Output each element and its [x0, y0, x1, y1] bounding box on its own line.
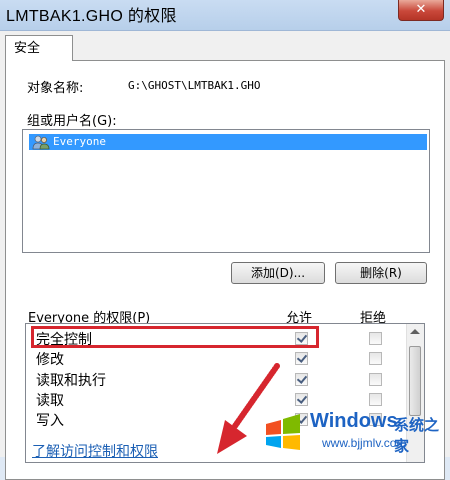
help-link[interactable]: 了解访问控制和权限 [32, 441, 158, 461]
deny-checkbox[interactable] [369, 332, 382, 345]
permission-name: 写入 [36, 413, 64, 429]
windows-logo-icon [266, 414, 300, 450]
close-icon: ✕ [415, 2, 427, 17]
permission-name: 读取和执行 [36, 373, 106, 389]
allow-checkbox[interactable] [295, 373, 308, 386]
users-list-label: 组或用户名(G): [27, 114, 117, 129]
highlight-box [31, 326, 319, 348]
permission-name: 读取 [36, 393, 64, 409]
watermark-brand: Windows [310, 410, 398, 432]
user-name: Everyone [53, 135, 106, 148]
users-icon [32, 135, 50, 150]
watermark-url: www.bjjmlv.com [322, 436, 407, 450]
allow-checkbox[interactable] [295, 352, 308, 365]
add-button[interactable]: 添加(D)... [231, 262, 325, 284]
tab-security[interactable]: 安全 [5, 35, 73, 61]
object-name-value: G:\GHOST\LMTBAK1.GHO [128, 79, 261, 92]
permission-name: 修改 [36, 352, 64, 368]
deny-checkbox[interactable] [369, 373, 382, 386]
watermark: Windows 系统之家 www.bjjmlv.com [262, 404, 450, 457]
object-name-label: 对象名称: [27, 81, 84, 96]
title-bar[interactable]: LMTBAK1.GHO 的权限 ✕ [0, 0, 450, 31]
remove-button[interactable]: 删除(R) [335, 262, 427, 284]
close-button[interactable]: ✕ [398, 0, 444, 21]
list-item-everyone[interactable]: Everyone [29, 134, 427, 150]
users-list[interactable]: Everyone [22, 129, 430, 253]
window-title: LMTBAK1.GHO 的权限 [6, 8, 177, 25]
scroll-up-icon[interactable] [410, 329, 420, 334]
deny-checkbox[interactable] [369, 352, 382, 365]
